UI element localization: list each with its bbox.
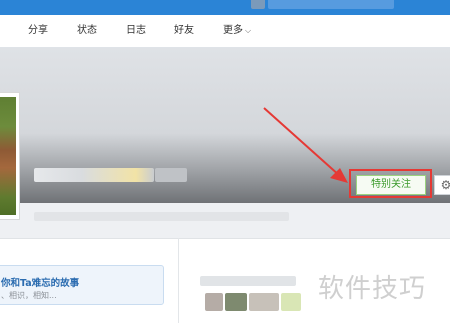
feed-item-blurred — [200, 276, 296, 286]
gear-icon[interactable]: ⚙ — [434, 175, 450, 195]
avatar-photo — [0, 97, 16, 215]
nav-more-label: 更多 — [223, 25, 243, 36]
avatar[interactable] — [0, 92, 20, 220]
nav-item-blog[interactable]: 日志 — [126, 23, 146, 39]
feed-thumb-blurred-4 — [281, 293, 301, 311]
feed-thumb-blurred-1 — [205, 293, 223, 311]
chevron-down-icon: ⌵ — [245, 26, 252, 35]
profile-name-blurred — [34, 168, 154, 182]
topbar-blurred-name — [268, 0, 394, 9]
nav-item-share[interactable]: 分享 — [28, 23, 48, 39]
nav-item-more[interactable]: 更多 ⌵ — [223, 23, 251, 39]
watermark: 软件技巧 — [318, 274, 427, 304]
special-follow-button[interactable]: 特别关注 — [356, 175, 426, 195]
top-bar — [0, 0, 450, 15]
nav-item-friends[interactable]: 好友 — [174, 23, 194, 39]
story-title: 你和Ta难忘的故事 — [1, 278, 80, 289]
profile-subinfo-blurred — [34, 212, 289, 221]
profile-name-blurred-tail — [155, 168, 187, 182]
story-subtitle: 、相识，相知... — [1, 291, 57, 300]
topbar-blurred-avatar — [251, 0, 265, 9]
feed-thumb-blurred-2 — [225, 293, 247, 311]
nav-item-status[interactable]: 状态 — [77, 23, 97, 39]
nav-bar: 分享 状态 日志 好友 更多 ⌵ — [0, 15, 450, 48]
feed-thumb-blurred-3 — [249, 293, 279, 311]
column-divider — [178, 238, 179, 323]
story-card[interactable]: 你和Ta难忘的故事 、相识，相知... — [0, 265, 164, 305]
